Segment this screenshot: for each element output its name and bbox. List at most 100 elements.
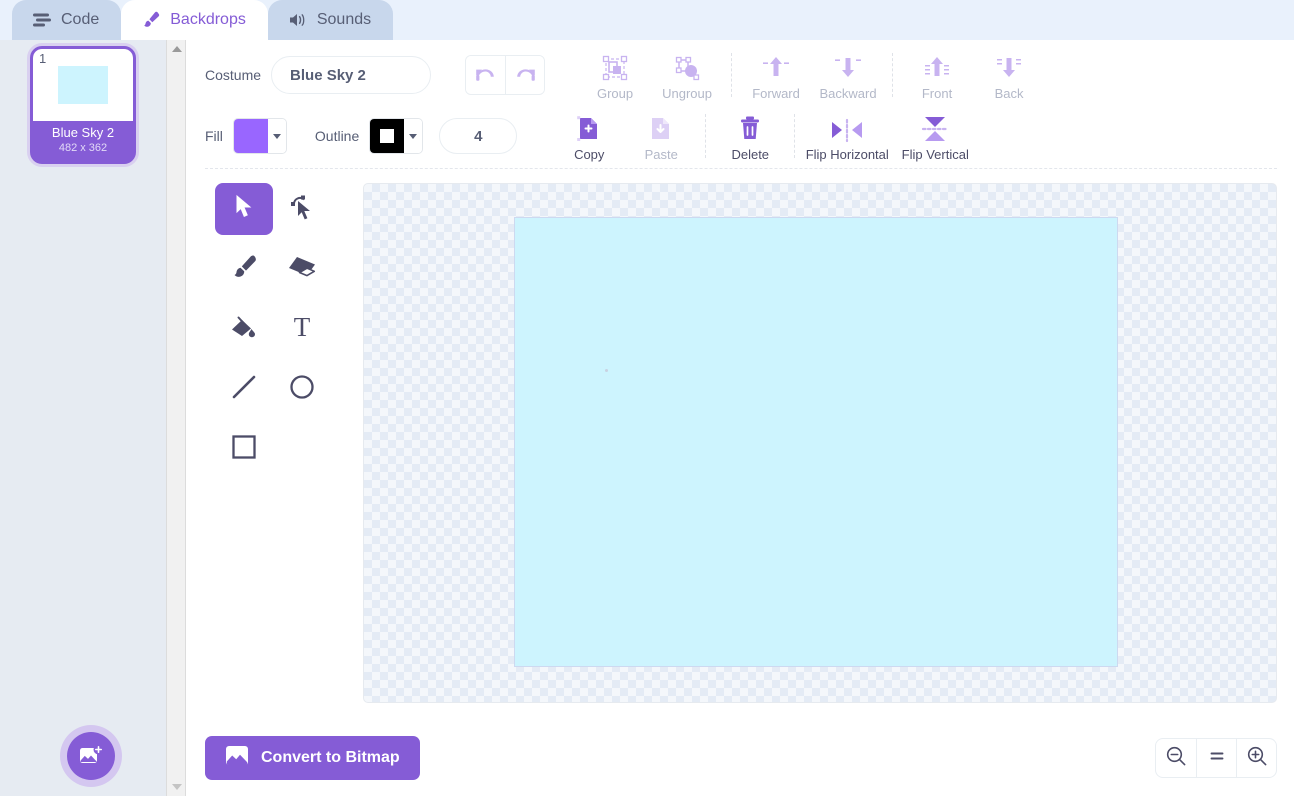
select-tool[interactable] bbox=[215, 183, 273, 235]
backdrop-thumbnail-image bbox=[58, 66, 108, 104]
add-backdrop-button[interactable] bbox=[60, 725, 122, 787]
forward-label: Forward bbox=[752, 85, 800, 101]
stroke-width-input[interactable] bbox=[439, 118, 518, 154]
paste-label: Paste bbox=[644, 146, 678, 162]
tab-backdrops-label: Backdrops bbox=[170, 11, 246, 28]
forward-icon bbox=[762, 52, 790, 82]
back-label: Back bbox=[994, 85, 1024, 101]
copy-label: Copy bbox=[574, 146, 605, 162]
tab-sounds-label: Sounds bbox=[316, 11, 372, 28]
tab-bar: Code Backdrops Sounds bbox=[0, 0, 1294, 40]
zoom-out-icon bbox=[1165, 745, 1187, 772]
text-tool[interactable]: T bbox=[273, 303, 331, 355]
flip-horizontal-label: Flip Horizontal bbox=[805, 146, 889, 162]
eraser-icon bbox=[287, 254, 317, 285]
undo-button[interactable] bbox=[466, 56, 506, 94]
paintbrush-icon bbox=[230, 253, 258, 286]
fill-tool[interactable] bbox=[215, 303, 273, 355]
front-button[interactable]: Front bbox=[901, 50, 973, 101]
paintbrush-icon bbox=[141, 10, 161, 30]
order-tools-group: Group Ungroup Forward Backward Front Bac… bbox=[579, 50, 1045, 101]
paint-toolbar-row-1: Costume Blue Sky 2 Group Ungroup Forward… bbox=[188, 40, 1294, 104]
equals-icon bbox=[1206, 745, 1228, 772]
backward-icon bbox=[834, 52, 862, 82]
fill-color-picker[interactable] bbox=[232, 118, 287, 154]
backdrop-list-item[interactable]: 1 Blue Sky 2 482 x 362 bbox=[30, 46, 136, 164]
ungroup-icon bbox=[673, 52, 701, 82]
costume-label: Costume bbox=[205, 67, 262, 83]
paste-button[interactable]: Paste bbox=[625, 111, 697, 162]
undo-redo-group bbox=[465, 55, 546, 95]
backdrop-thumbnail-wrap: 1 bbox=[33, 49, 133, 121]
redo-button[interactable] bbox=[505, 56, 545, 94]
svg-text:T: T bbox=[294, 313, 311, 341]
tab-code-label: Code bbox=[61, 11, 100, 28]
trash-icon bbox=[737, 113, 763, 143]
forward-button[interactable]: Forward bbox=[740, 50, 812, 101]
scroll-up-icon[interactable] bbox=[167, 40, 187, 58]
circle-icon bbox=[288, 373, 316, 406]
zoom-out-button[interactable] bbox=[1156, 739, 1196, 777]
image-icon bbox=[225, 745, 249, 771]
code-icon bbox=[32, 12, 52, 28]
fill-color-swatch bbox=[233, 119, 268, 153]
tab-backdrops[interactable]: Backdrops bbox=[121, 0, 268, 40]
outline-label: Outline bbox=[314, 128, 360, 144]
circle-tool[interactable] bbox=[273, 363, 331, 415]
paint-canvas[interactable] bbox=[363, 183, 1277, 703]
cursor-icon bbox=[232, 194, 256, 225]
paint-bucket-icon bbox=[229, 313, 259, 346]
backward-button[interactable]: Backward bbox=[812, 50, 884, 101]
edit-tools-group: Copy Paste Delete Flip Horizontal Flip V… bbox=[553, 111, 979, 162]
outline-color-picker[interactable] bbox=[369, 118, 424, 154]
toolbar-divider bbox=[705, 114, 707, 158]
reshape-tool[interactable] bbox=[273, 183, 331, 235]
flip-horizontal-icon bbox=[830, 113, 864, 143]
canvas-artwork-rectangle[interactable] bbox=[514, 217, 1118, 667]
zoom-in-button[interactable] bbox=[1236, 739, 1276, 777]
flip-horizontal-button[interactable]: Flip Horizontal bbox=[803, 111, 891, 162]
zoom-in-icon bbox=[1246, 745, 1268, 772]
convert-to-bitmap-label: Convert to Bitmap bbox=[261, 749, 400, 766]
tool-palette: T bbox=[205, 183, 363, 703]
add-backdrop-icon bbox=[67, 732, 115, 780]
eraser-tool[interactable] bbox=[273, 243, 331, 295]
canvas-center-marker bbox=[605, 369, 608, 372]
convert-to-bitmap-button[interactable]: Convert to Bitmap bbox=[205, 736, 420, 780]
rectangle-tool[interactable] bbox=[215, 423, 273, 475]
zoom-reset-button[interactable] bbox=[1196, 739, 1236, 777]
copy-button[interactable]: Copy bbox=[553, 111, 625, 162]
sidebar-scrollbar[interactable] bbox=[166, 40, 186, 796]
group-label: Group bbox=[596, 85, 634, 101]
reshape-icon bbox=[288, 193, 316, 226]
back-button[interactable]: Back bbox=[973, 50, 1045, 101]
backdrop-list-sidebar: 1 Blue Sky 2 482 x 362 bbox=[0, 40, 166, 796]
delete-label: Delete bbox=[731, 146, 770, 162]
group-button[interactable]: Group bbox=[579, 50, 651, 101]
backdrop-dimensions: 482 x 362 bbox=[58, 141, 108, 154]
ungroup-label: Ungroup bbox=[662, 85, 712, 101]
line-tool[interactable] bbox=[215, 363, 273, 415]
toolbar-divider bbox=[794, 114, 796, 158]
editor-body: T bbox=[188, 169, 1294, 703]
chevron-down-icon bbox=[404, 119, 423, 153]
copy-icon bbox=[576, 113, 602, 143]
scroll-down-icon[interactable] bbox=[167, 778, 187, 796]
chevron-down-icon bbox=[267, 119, 286, 153]
tab-code[interactable]: Code bbox=[12, 0, 122, 40]
backdrop-name: Blue Sky 2 bbox=[51, 125, 115, 140]
back-icon bbox=[995, 52, 1023, 82]
paste-icon bbox=[648, 113, 674, 143]
line-icon bbox=[230, 373, 258, 406]
front-label: Front bbox=[921, 85, 953, 101]
square-icon bbox=[230, 433, 258, 466]
flip-vertical-button[interactable]: Flip Vertical bbox=[891, 111, 979, 162]
ungroup-button[interactable]: Ungroup bbox=[651, 50, 723, 101]
flip-vertical-icon bbox=[920, 113, 950, 143]
text-icon: T bbox=[288, 312, 316, 346]
costume-name-input[interactable] bbox=[271, 56, 432, 94]
brush-tool[interactable] bbox=[215, 243, 273, 295]
editor-bottom-bar: Convert to Bitmap bbox=[188, 720, 1294, 796]
tab-sounds[interactable]: Sounds bbox=[267, 0, 394, 40]
delete-button[interactable]: Delete bbox=[714, 111, 786, 162]
